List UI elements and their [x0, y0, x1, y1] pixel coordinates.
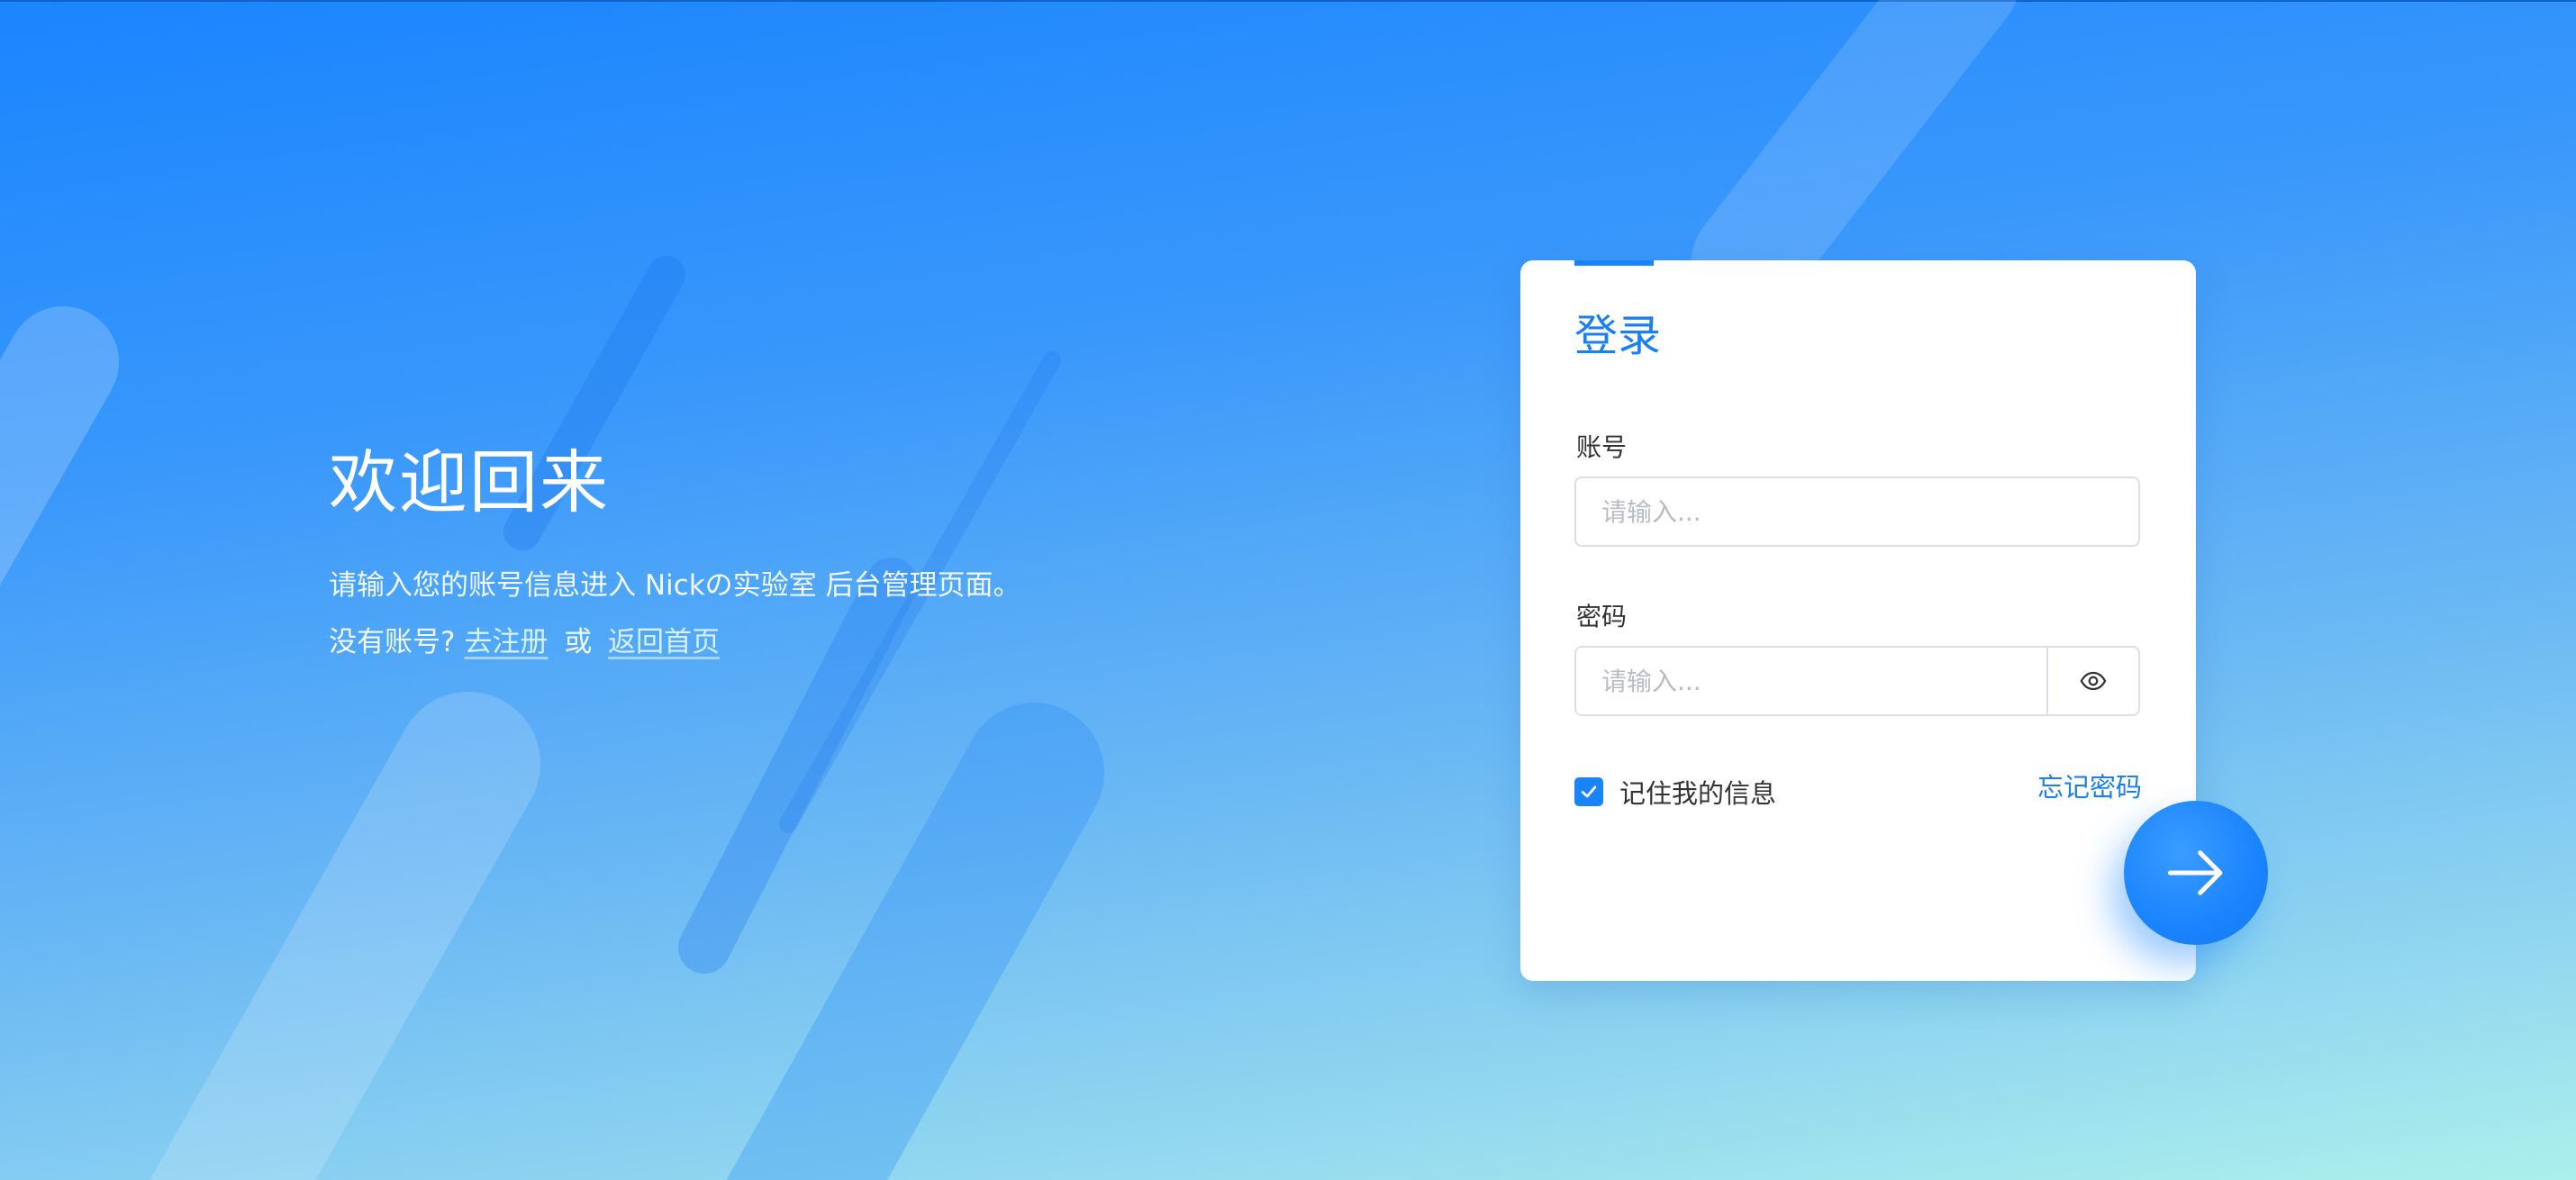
home-link[interactable]: 返回首页 [608, 626, 720, 658]
login-submit-button[interactable] [2124, 801, 2268, 945]
password-field [1574, 646, 2140, 716]
remember-me[interactable]: 记住我的信息 [1574, 773, 1776, 811]
login-title: 登录 [1574, 307, 1661, 365]
remember-checkbox[interactable] [1574, 777, 1603, 806]
remember-label: 记住我的信息 [1619, 773, 1776, 811]
password-visibility-toggle[interactable] [2046, 648, 2138, 714]
welcome-links: 没有账号? 去注册 或 返回首页 [329, 622, 1021, 662]
account-label: 账号 [1576, 431, 1627, 464]
register-link[interactable]: 去注册 [464, 626, 548, 658]
welcome-section: 欢迎回来 请输入您的账号信息进入 Nickの实验室 后台管理页面。 没有账号? … [329, 440, 1021, 662]
or-text: 或 [564, 626, 592, 658]
password-label: 密码 [1576, 601, 1627, 633]
account-input[interactable] [1576, 478, 2138, 545]
card-accent-bar [1574, 260, 1654, 266]
eye-icon [2080, 667, 2107, 694]
welcome-description: 请输入您的账号信息进入 Nickの实验室 后台管理页面。 [329, 566, 1021, 605]
forgot-password-link[interactable]: 忘记密码 [2037, 767, 2142, 804]
password-input[interactable] [1576, 648, 2046, 714]
welcome-title: 欢迎回来 [329, 440, 1021, 526]
account-field [1574, 477, 2140, 547]
no-account-text: 没有账号? [329, 626, 455, 658]
login-card: 登录 账号 密码 记住我的信息 忘记密码 [1520, 260, 2196, 981]
check-icon [1579, 782, 1599, 802]
login-page: 欢迎回来 请输入您的账号信息进入 Nickの实验室 后台管理页面。 没有账号? … [0, 0, 2576, 1180]
arrow-right-icon [2162, 839, 2230, 907]
